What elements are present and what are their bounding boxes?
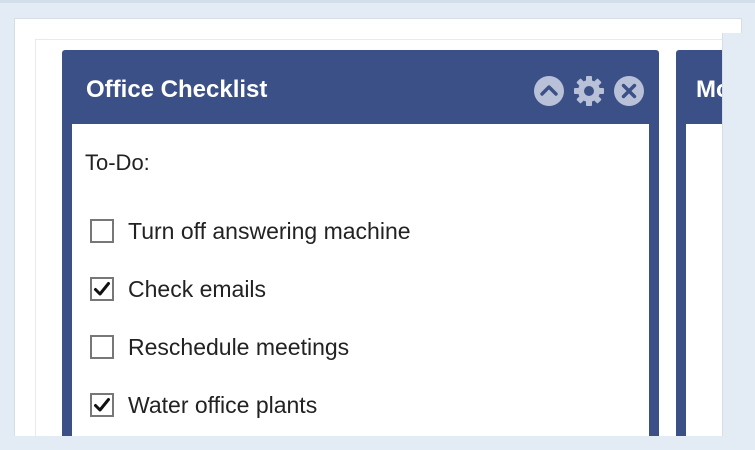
todo-checklist: Turn off answering machine Check emails …	[90, 202, 411, 434]
checkmark-icon	[94, 398, 110, 412]
todo-checkbox[interactable]	[90, 219, 114, 243]
todo-item-label: Check emails	[128, 275, 267, 302]
todo-item[interactable]: Check emails	[90, 260, 411, 318]
chevron-up-icon[interactable]	[533, 75, 565, 107]
gear-icon[interactable]	[573, 75, 605, 107]
office-checklist-widget: Office Checklist To-Do: Turn off answeri…	[62, 50, 659, 450]
todo-item[interactable]: Water office plants	[90, 376, 411, 434]
widget-header-actions	[533, 75, 645, 107]
todo-item-label: Turn off answering machine	[128, 217, 411, 244]
canvas-edge-right	[722, 33, 755, 450]
widget-title: Office Checklist	[86, 76, 268, 103]
todo-item[interactable]: Reschedule meetings	[90, 318, 411, 376]
widget-header[interactable]: Office Checklist	[62, 50, 659, 124]
todo-item-label: Water office plants	[128, 391, 318, 418]
todo-checkbox[interactable]	[90, 277, 114, 301]
todo-checkbox[interactable]	[90, 335, 114, 359]
widget-body: To-Do: Turn off answering machine Check …	[72, 124, 649, 450]
todo-item-label: Reschedule meetings	[128, 333, 350, 360]
close-icon[interactable]	[613, 75, 645, 107]
todo-section-label: To-Do:	[85, 150, 150, 175]
checkmark-icon	[94, 282, 110, 296]
canvas-edge-bottom	[0, 436, 755, 450]
todo-item[interactable]: Turn off answering machine	[90, 202, 411, 260]
todo-checkbox[interactable]	[90, 393, 114, 417]
